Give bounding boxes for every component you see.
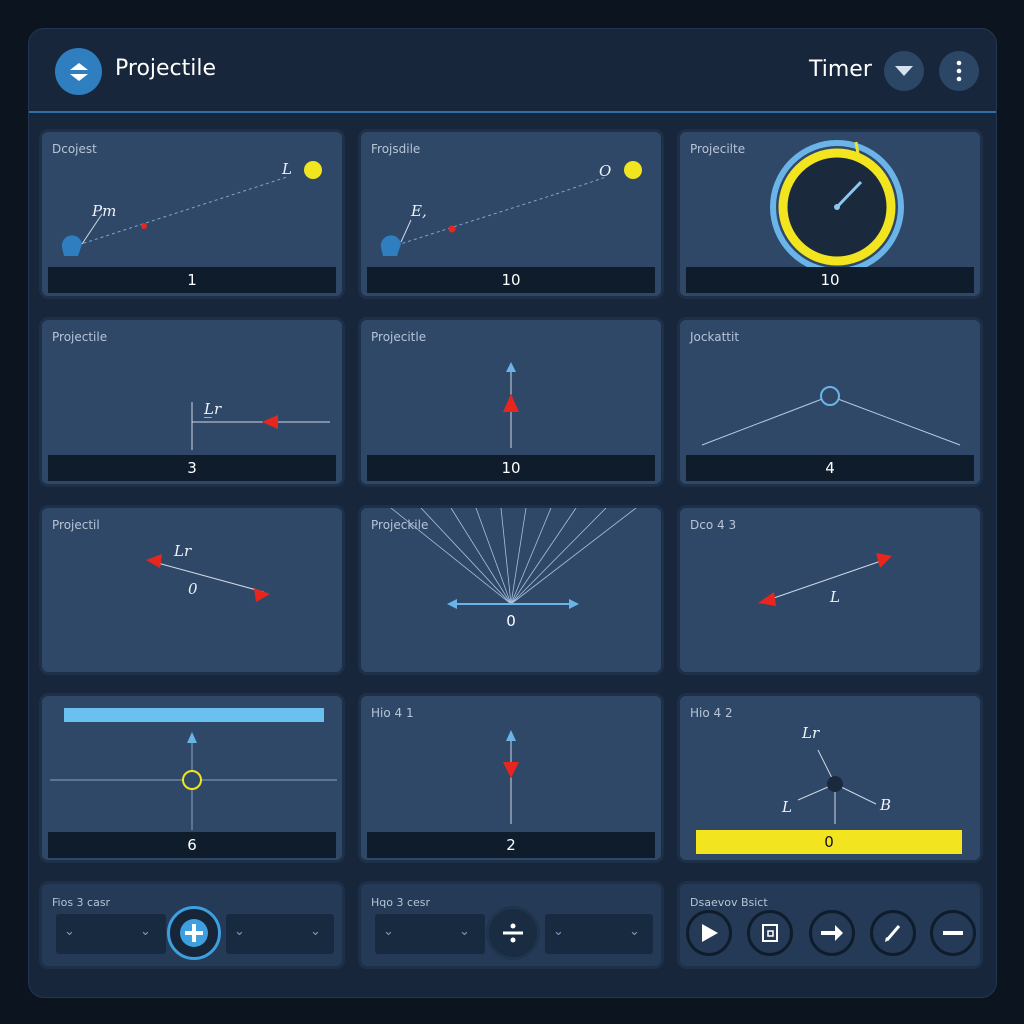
sim-panel-3[interactable]: Projecilte 10 <box>677 129 983 299</box>
value-readout: 0 <box>506 612 516 630</box>
add-button[interactable] <box>167 906 221 960</box>
dropdown-right[interactable]: ⌄ ⌄ <box>545 914 653 954</box>
chevron-down-icon: ⌄ <box>234 924 245 939</box>
arrow-right-icon <box>821 925 843 941</box>
control-title: Hqo 3 cesr <box>371 896 431 909</box>
chevron-down-icon: ⌄ <box>64 924 75 939</box>
sim-panel-6[interactable]: Jockattit 4 <box>677 317 983 487</box>
plus-icon <box>180 919 208 947</box>
play-button[interactable] <box>686 910 732 956</box>
sort-toggle-icon[interactable] <box>55 48 102 95</box>
launcher-icon <box>61 235 82 256</box>
sim-panel-2[interactable]: Frojsdile E, O 10 <box>358 129 664 299</box>
launcher-icon <box>380 235 401 256</box>
chevron-down-icon: ⌄ <box>629 924 640 939</box>
dropdown-left[interactable]: ⌄ ⌄ <box>375 914 485 954</box>
label-a: E, <box>411 202 427 220</box>
more-options-button[interactable] <box>939 51 979 91</box>
minus-icon <box>943 931 963 935</box>
header: Projectile Timer <box>29 29 996 113</box>
timer-label: Timer <box>809 57 872 82</box>
value-label: 0 <box>188 580 198 598</box>
divide-button[interactable] <box>486 906 540 960</box>
projectile-marker <box>448 225 456 233</box>
sim-panel-11[interactable]: Hio 4 1 2 <box>358 693 664 863</box>
remove-button[interactable] <box>930 910 976 956</box>
pencil-icon <box>885 925 901 942</box>
value-readout: 10 <box>367 455 655 481</box>
timer-dropdown-button[interactable] <box>884 51 924 91</box>
control-panel-add: Fios 3 casr ⌄ ⌄ ⌄ ⌄ <box>39 881 345 969</box>
value-readout: 2 <box>367 832 655 858</box>
kebab-menu-icon <box>956 60 962 82</box>
sim-panel-8[interactable]: Projeckile 0 <box>358 505 664 675</box>
export-button[interactable] <box>747 910 793 956</box>
app-title: Projectile <box>115 56 217 81</box>
chevron-down-icon: ⌄ <box>140 924 151 939</box>
control-panel-divide: Hqo 3 cesr ⌄ ⌄ ⌄ ⌄ <box>358 881 664 969</box>
sim-panel-12[interactable]: Hio 4 2 Lr L B 0 <box>677 693 983 863</box>
label-a: Lr <box>802 724 820 742</box>
chevron-down-icon: ⌄ <box>310 924 321 939</box>
label-a: Pm <box>92 202 117 220</box>
value-readout: 10 <box>367 267 655 293</box>
label-c: B <box>880 796 892 814</box>
target-marker <box>304 161 322 179</box>
value-readout: 1 <box>48 267 336 293</box>
dropdown-right[interactable]: ⌄ ⌄ <box>226 914 334 954</box>
label-b: L <box>782 798 792 816</box>
spread-plot <box>390 508 637 609</box>
sim-panel-10[interactable]: 6 <box>39 693 345 863</box>
value-readout: 6 <box>48 832 336 858</box>
label-b: L <box>282 160 292 178</box>
label-a: L̲r <box>204 400 222 418</box>
target-marker <box>624 161 642 179</box>
sim-panel-7[interactable]: Projectil Lr 0 <box>39 505 345 675</box>
value-readout: 10 <box>686 267 974 293</box>
chevron-down-icon: ⌄ <box>553 924 564 939</box>
dropdown-left[interactable]: ⌄ ⌄ <box>56 914 166 954</box>
chevron-down-icon <box>895 66 913 76</box>
label-a: Lr <box>174 542 192 560</box>
sim-panel-5[interactable]: Projecitle 10 <box>358 317 664 487</box>
label-a: L <box>830 588 840 606</box>
sim-panel-9[interactable]: Dco 4 3 L <box>677 505 983 675</box>
value-readout: 4 <box>686 455 974 481</box>
play-icon <box>702 924 718 942</box>
sim-panel-4[interactable]: Projectile L̲r 3 <box>39 317 345 487</box>
app-window: Projectile Timer Dcojest Pm L 1 Frojsdil… <box>28 28 997 998</box>
value-readout: 3 <box>48 455 336 481</box>
chevron-down-icon: ⌄ <box>383 924 394 939</box>
divide-icon <box>503 923 523 943</box>
chevron-down-icon: ⌄ <box>459 924 470 939</box>
control-panel-tools: Dsaevov Bsict <box>677 881 983 969</box>
next-button[interactable] <box>809 910 855 956</box>
control-title: Fios 3 casr <box>52 896 111 909</box>
projectile-marker <box>141 223 147 229</box>
value-readout: 0 <box>696 830 962 854</box>
label-b: O <box>599 162 612 180</box>
sim-panel-1[interactable]: Dcojest Pm L 1 <box>39 129 345 299</box>
edit-button[interactable] <box>870 910 916 956</box>
control-title: Dsaevov Bsict <box>690 896 768 909</box>
file-export-icon <box>762 924 778 942</box>
